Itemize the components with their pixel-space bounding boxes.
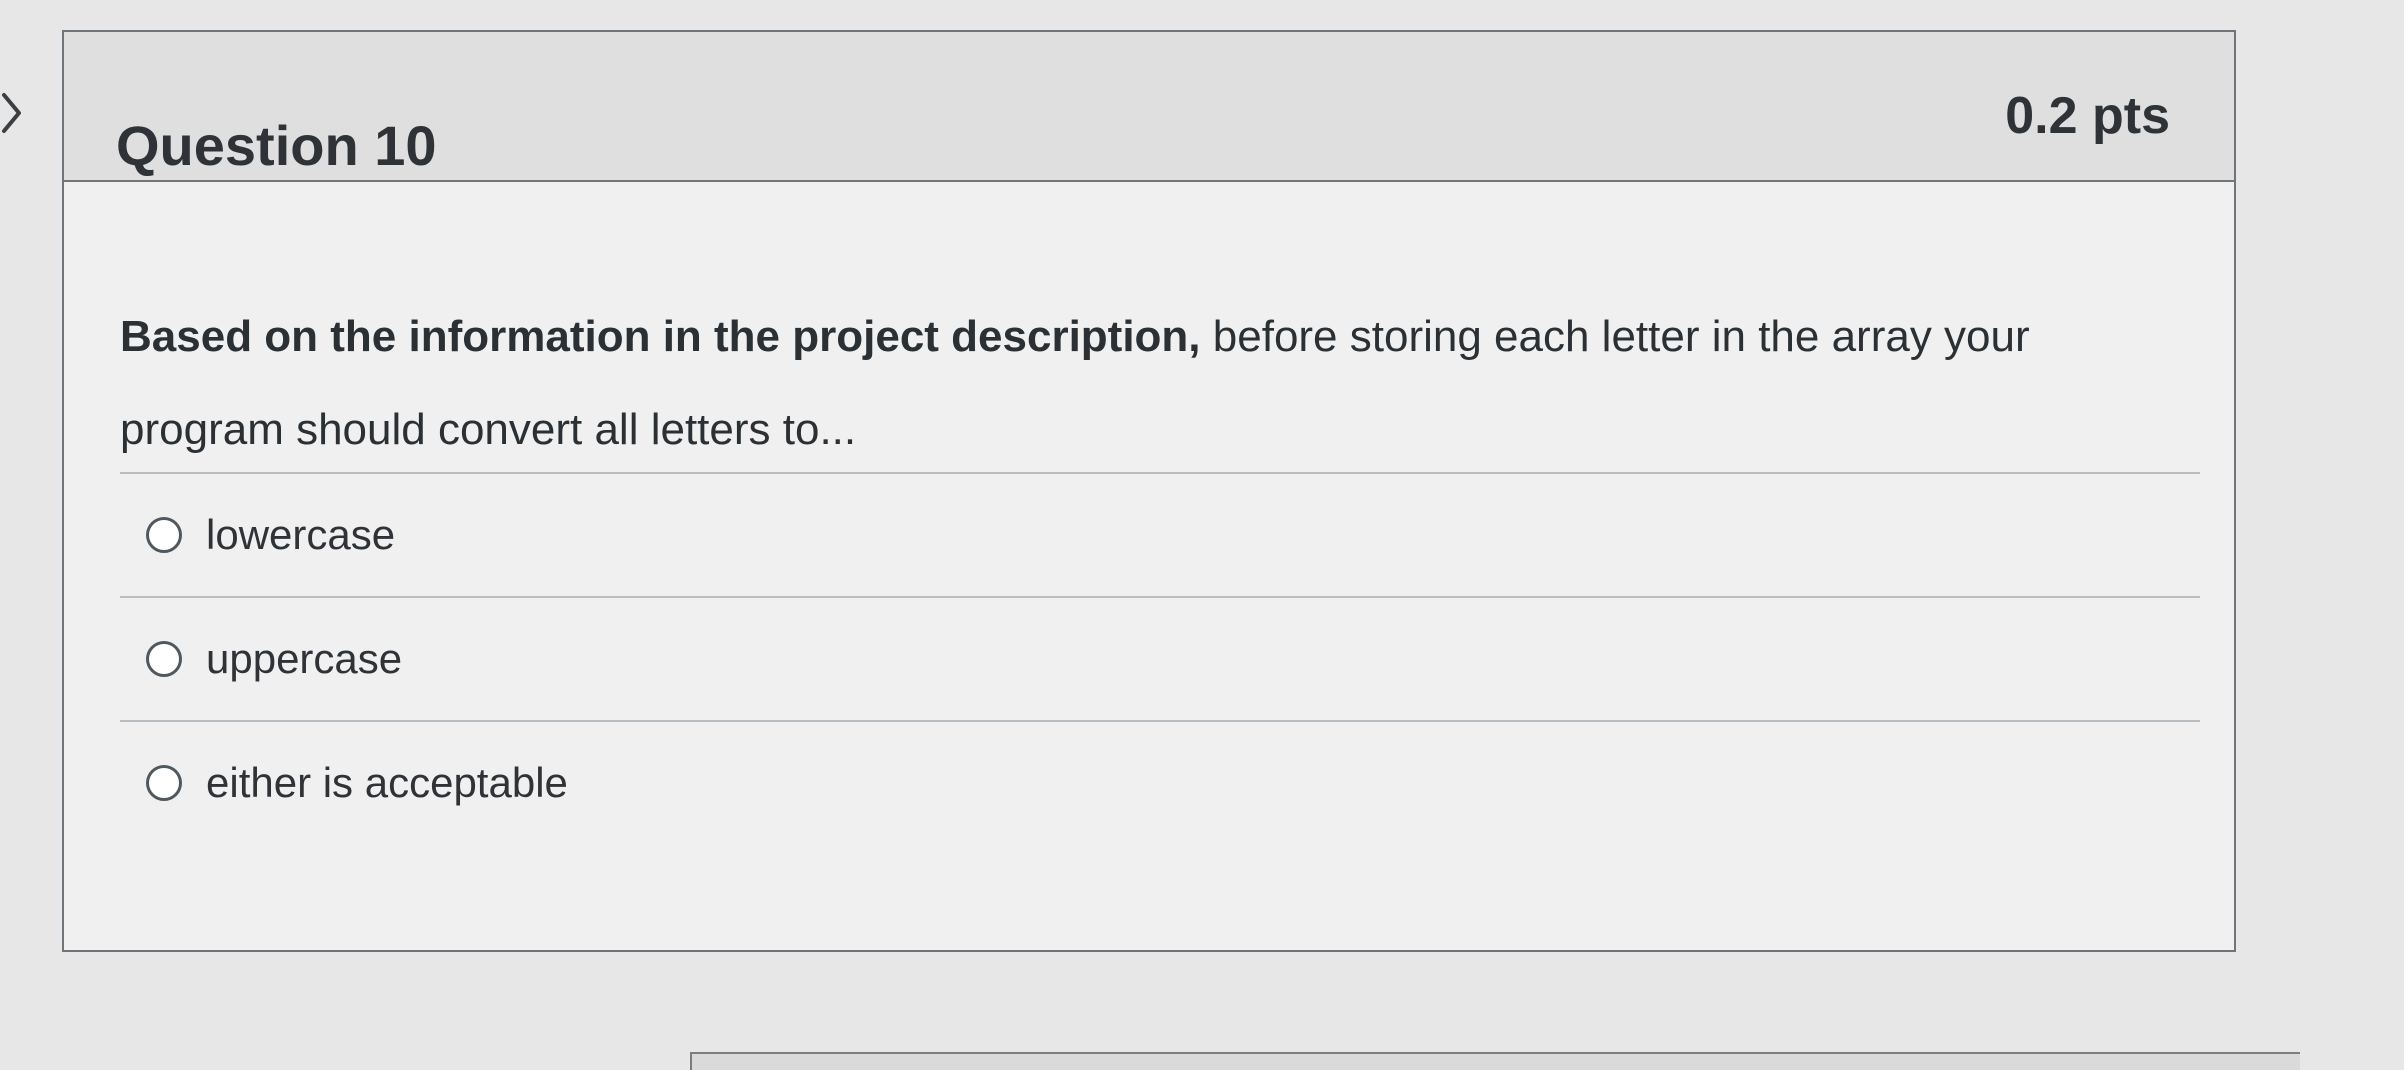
- answer-option-either[interactable]: either is acceptable: [120, 722, 2200, 844]
- next-card-edge: [690, 1052, 2300, 1070]
- answer-label[interactable]: lowercase: [206, 514, 395, 556]
- answer-list: lowercase uppercase either is acceptable: [120, 472, 2200, 844]
- radio-button-icon[interactable]: [146, 765, 182, 801]
- chevron-right-icon[interactable]: [0, 88, 24, 138]
- question-card: Question 10 0.2 pts Based on the informa…: [62, 30, 2236, 952]
- question-text-bold: Based on the information in the project …: [120, 312, 1201, 361]
- question-header: Question 10 0.2 pts: [64, 32, 2234, 182]
- answer-label[interactable]: either is acceptable: [206, 762, 568, 804]
- radio-button-icon[interactable]: [146, 641, 182, 677]
- question-title: Question 10: [116, 114, 437, 177]
- answer-label[interactable]: uppercase: [206, 638, 402, 680]
- question-text: Based on the information in the project …: [120, 290, 2200, 476]
- radio-button-icon[interactable]: [146, 517, 182, 553]
- answer-option-uppercase[interactable]: uppercase: [120, 598, 2200, 720]
- question-points: 0.2 pts: [2005, 87, 2170, 145]
- answer-option-lowercase[interactable]: lowercase: [120, 474, 2200, 596]
